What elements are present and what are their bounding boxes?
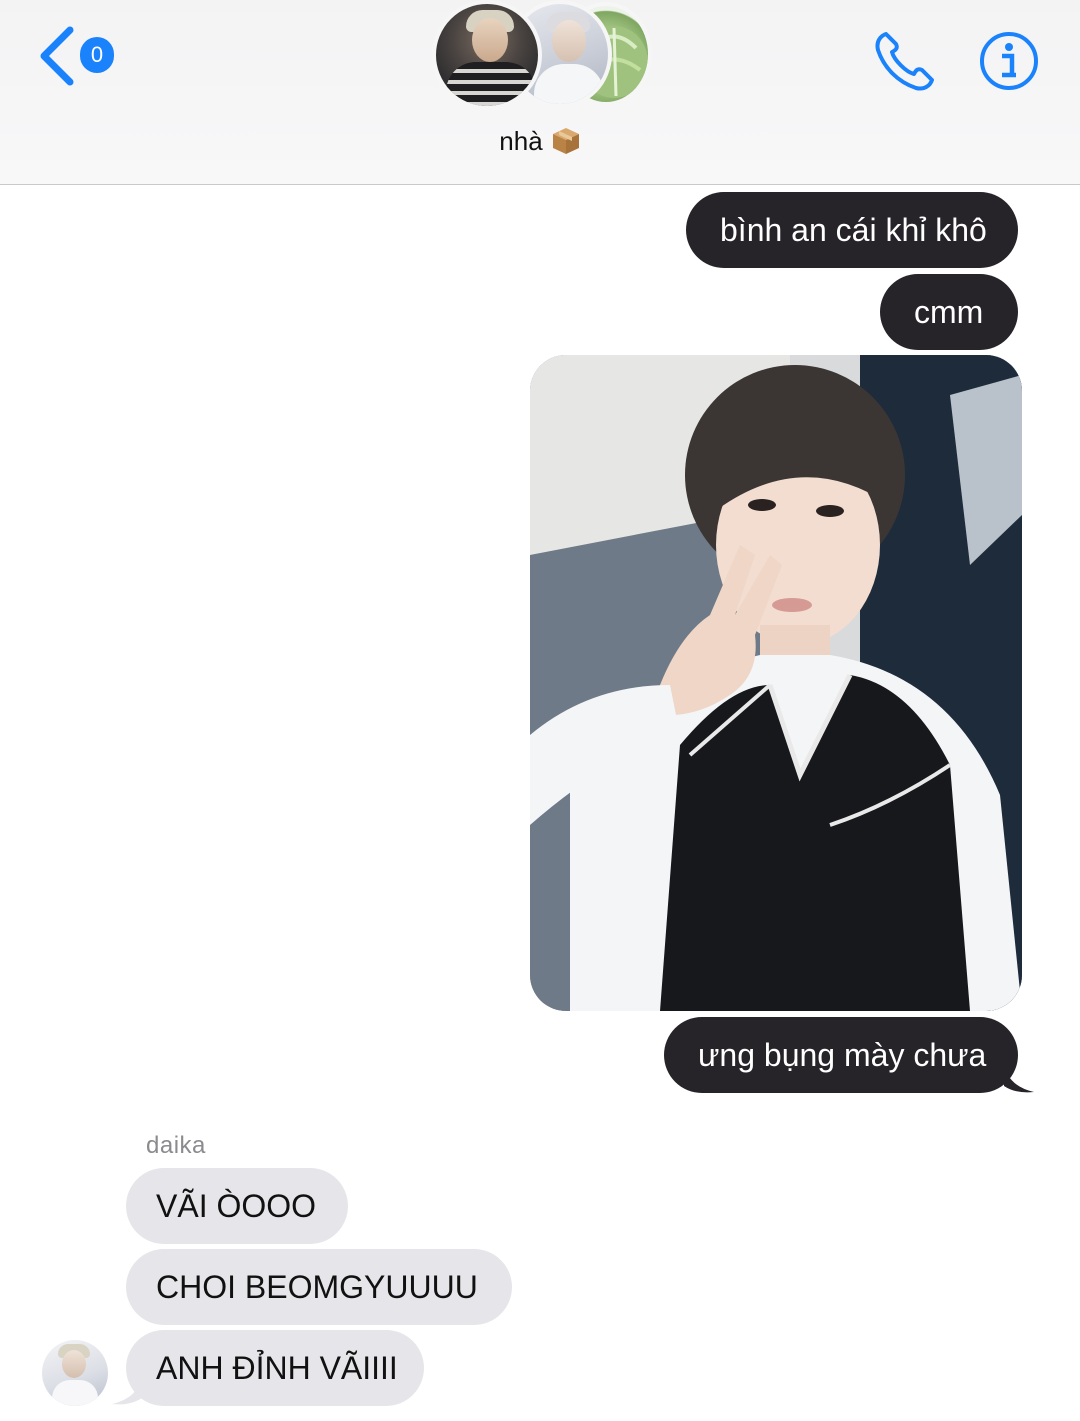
back-button[interactable]: 0 — [36, 26, 120, 86]
call-button[interactable] — [872, 30, 938, 92]
selfie-photo — [530, 355, 1022, 1011]
group-avatars[interactable] — [430, 0, 660, 112]
outgoing-photo-message[interactable] — [530, 355, 1022, 1011]
chat-header: 0 nhà — [0, 0, 1080, 185]
outgoing-message[interactable]: bình an cái khỉ khô — [686, 192, 1018, 268]
group-title[interactable]: nhà — [0, 126, 1080, 157]
incoming-message[interactable]: ANH ĐỈNH VÃIIII — [126, 1330, 424, 1406]
group-name-text: nhà — [499, 126, 543, 156]
info-button[interactable] — [978, 30, 1040, 92]
incoming-message[interactable]: CHOI BEOMGYUUUU — [126, 1249, 512, 1325]
bubble-tail — [112, 1376, 142, 1405]
bubble-tail — [1004, 1064, 1034, 1093]
outgoing-message[interactable]: ưng bụng mày chưa — [664, 1017, 1018, 1093]
info-icon — [980, 32, 1038, 90]
phone-icon — [875, 32, 934, 91]
sender-name: daika — [146, 1132, 206, 1159]
package-icon — [552, 128, 579, 154]
incoming-message[interactable]: VÃI ÒOOO — [126, 1168, 348, 1244]
outgoing-message[interactable]: cmm — [880, 274, 1018, 350]
group-member-avatar-1 — [432, 0, 542, 110]
unread-count-badge: 0 — [80, 37, 114, 73]
chevron-left-icon — [40, 26, 74, 86]
sender-avatar[interactable] — [42, 1340, 108, 1406]
